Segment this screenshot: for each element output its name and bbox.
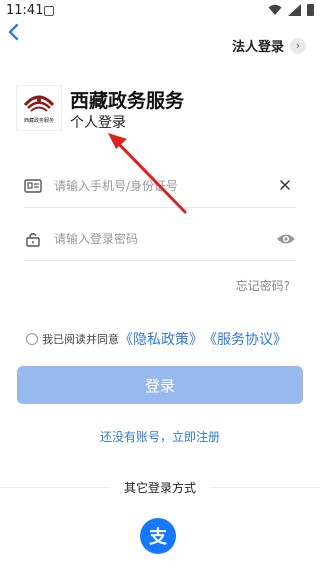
- status-bar: 11:41: [0, 0, 320, 24]
- agreement-checkbox[interactable]: [26, 333, 38, 345]
- privacy-policy-link[interactable]: 《隐私政策》: [119, 329, 203, 349]
- agreement-row: 我已阅读并同意 《隐私政策》 《服务协议》: [26, 329, 287, 349]
- app-logo: 西藏政务服务: [16, 85, 62, 131]
- wifi-icon: [268, 4, 282, 15]
- register-link[interactable]: 还没有账号，立即注册: [0, 428, 320, 445]
- corp-login-label: 法人登录: [231, 40, 284, 55]
- agreement-prefix: 我已阅读并同意: [42, 333, 119, 346]
- logo-text: 西藏政务服务: [23, 118, 54, 124]
- lock-icon: [26, 233, 40, 247]
- forgot-password-link[interactable]: 忘记密码?: [236, 277, 290, 294]
- status-icons: [268, 4, 314, 16]
- password-input[interactable]: [54, 229, 264, 249]
- signal-icon: [288, 4, 301, 16]
- back-chevron-icon[interactable]: [6, 22, 22, 42]
- status-time: 11:41: [6, 3, 44, 18]
- password-row: [24, 218, 296, 261]
- id-card-icon: [24, 179, 42, 193]
- clear-icon[interactable]: [278, 178, 292, 192]
- eye-icon[interactable]: [276, 231, 296, 247]
- app-title: 西藏政务服务: [70, 90, 185, 112]
- notification-icon: [44, 6, 54, 16]
- chevron-right-icon: ›: [290, 37, 306, 54]
- service-agreement-link[interactable]: 《服务协议》: [203, 329, 287, 349]
- account-input[interactable]: [54, 176, 264, 196]
- corp-login-link[interactable]: 法人登录 ›: [232, 36, 306, 55]
- login-button[interactable]: 登录: [17, 366, 303, 404]
- logo-emblem-icon: [23, 95, 55, 112]
- other-login-label: 其它登录方式: [110, 479, 210, 496]
- account-row: [24, 165, 296, 208]
- login-type-subtitle: 个人登录: [70, 115, 126, 131]
- alipay-login-icon[interactable]: 支: [140, 518, 176, 554]
- battery-icon: [307, 4, 314, 16]
